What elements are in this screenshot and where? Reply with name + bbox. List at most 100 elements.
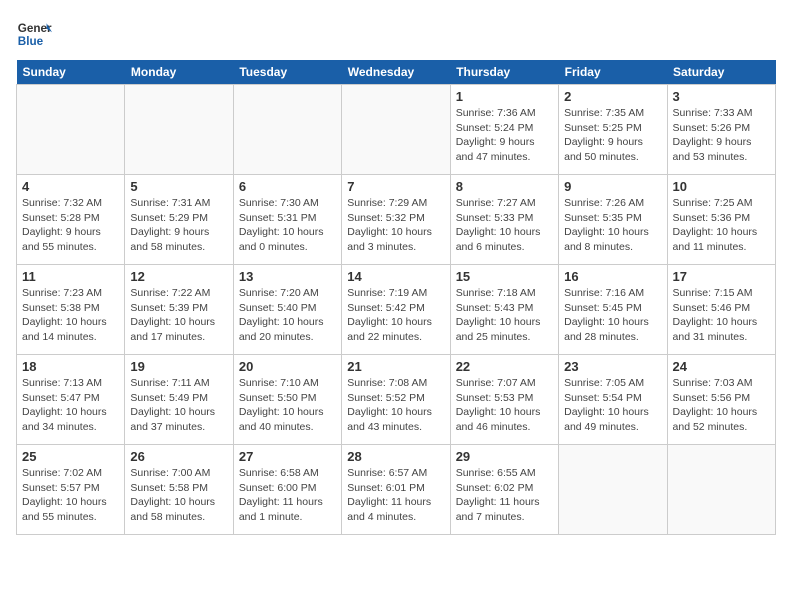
day-info: Sunrise: 7:36 AM Sunset: 5:24 PM Dayligh… xyxy=(456,106,553,165)
day-number: 21 xyxy=(347,359,444,374)
day-info: Sunrise: 6:55 AM Sunset: 6:02 PM Dayligh… xyxy=(456,466,553,525)
day-info: Sunrise: 7:30 AM Sunset: 5:31 PM Dayligh… xyxy=(239,196,336,255)
calendar-cell: 7 Sunrise: 7:29 AM Sunset: 5:32 PM Daylig… xyxy=(342,175,450,265)
calendar-cell: 26 Sunrise: 7:00 AM Sunset: 5:58 PM Dayli… xyxy=(125,445,233,535)
weekday-header-thursday: Thursday xyxy=(450,60,558,85)
calendar-cell xyxy=(125,85,233,175)
day-number: 23 xyxy=(564,359,661,374)
day-number: 20 xyxy=(239,359,336,374)
calendar-cell: 23 Sunrise: 7:05 AM Sunset: 5:54 PM Dayli… xyxy=(559,355,667,445)
day-number: 17 xyxy=(673,269,770,284)
calendar-cell: 13Sunrise: 7:20 AM Sunset: 5:40 PM Dayli… xyxy=(233,265,341,355)
day-number: 16 xyxy=(564,269,661,284)
calendar-cell: 1 Sunrise: 7:36 AM Sunset: 5:24 PM Daylig… xyxy=(450,85,558,175)
day-info: Sunrise: 7:19 AM Sunset: 5:42 PM Dayligh… xyxy=(347,286,444,345)
calendar-cell: 25Sunrise: 7:02 AM Sunset: 5:57 PM Dayli… xyxy=(17,445,125,535)
week-row-4: 18 Sunrise: 7:13 AM Sunset: 5:47 PM Dayli… xyxy=(17,355,776,445)
calendar-cell xyxy=(233,85,341,175)
week-row-2: 4 Sunrise: 7:32 AM Sunset: 5:28 PM Daylig… xyxy=(17,175,776,265)
day-info: Sunrise: 6:58 AM Sunset: 6:00 PM Dayligh… xyxy=(239,466,336,525)
calendar-cell xyxy=(667,445,775,535)
week-row-5: 25Sunrise: 7:02 AM Sunset: 5:57 PM Dayli… xyxy=(17,445,776,535)
day-info: Sunrise: 7:13 AM Sunset: 5:47 PM Dayligh… xyxy=(22,376,119,435)
day-number: 24 xyxy=(673,359,770,374)
day-number: 2 xyxy=(564,89,661,104)
calendar-cell: 11 Sunrise: 7:23 AM Sunset: 5:38 PM Dayli… xyxy=(17,265,125,355)
day-number: 3 xyxy=(673,89,770,104)
day-number: 6 xyxy=(239,179,336,194)
calendar-cell: 10 Sunrise: 7:25 AM Sunset: 5:36 PM Dayli… xyxy=(667,175,775,265)
day-info: Sunrise: 7:32 AM Sunset: 5:28 PM Dayligh… xyxy=(22,196,119,255)
day-info: Sunrise: 7:31 AM Sunset: 5:29 PM Dayligh… xyxy=(130,196,227,255)
day-number: 1 xyxy=(456,89,553,104)
day-info: Sunrise: 6:57 AM Sunset: 6:01 PM Dayligh… xyxy=(347,466,444,525)
day-number: 9 xyxy=(564,179,661,194)
day-info: Sunrise: 7:27 AM Sunset: 5:33 PM Dayligh… xyxy=(456,196,553,255)
calendar-cell: 16 Sunrise: 7:16 AM Sunset: 5:45 PM Dayli… xyxy=(559,265,667,355)
week-row-3: 11 Sunrise: 7:23 AM Sunset: 5:38 PM Dayli… xyxy=(17,265,776,355)
day-number: 29 xyxy=(456,449,553,464)
calendar: SundayMondayTuesdayWednesdayThursdayFrid… xyxy=(16,60,776,535)
header: General Blue xyxy=(16,16,776,52)
weekday-header-monday: Monday xyxy=(125,60,233,85)
calendar-cell xyxy=(559,445,667,535)
day-info: Sunrise: 7:22 AM Sunset: 5:39 PM Dayligh… xyxy=(130,286,227,345)
day-info: Sunrise: 7:15 AM Sunset: 5:46 PM Dayligh… xyxy=(673,286,770,345)
calendar-cell: 17 Sunrise: 7:15 AM Sunset: 5:46 PM Dayli… xyxy=(667,265,775,355)
day-info: Sunrise: 7:10 AM Sunset: 5:50 PM Dayligh… xyxy=(239,376,336,435)
calendar-cell xyxy=(342,85,450,175)
day-info: Sunrise: 7:18 AM Sunset: 5:43 PM Dayligh… xyxy=(456,286,553,345)
day-info: Sunrise: 7:23 AM Sunset: 5:38 PM Dayligh… xyxy=(22,286,119,345)
day-number: 10 xyxy=(673,179,770,194)
calendar-cell: 27Sunrise: 6:58 AM Sunset: 6:00 PM Dayli… xyxy=(233,445,341,535)
calendar-cell: 29 Sunrise: 6:55 AM Sunset: 6:02 PM Dayli… xyxy=(450,445,558,535)
weekday-header-friday: Friday xyxy=(559,60,667,85)
day-number: 18 xyxy=(22,359,119,374)
day-number: 5 xyxy=(130,179,227,194)
calendar-cell: 22 Sunrise: 7:07 AM Sunset: 5:53 PM Dayli… xyxy=(450,355,558,445)
calendar-cell: 18 Sunrise: 7:13 AM Sunset: 5:47 PM Dayli… xyxy=(17,355,125,445)
day-number: 13 xyxy=(239,269,336,284)
calendar-cell: 28 Sunrise: 6:57 AM Sunset: 6:01 PM Dayli… xyxy=(342,445,450,535)
day-number: 19 xyxy=(130,359,227,374)
day-info: Sunrise: 7:26 AM Sunset: 5:35 PM Dayligh… xyxy=(564,196,661,255)
day-info: Sunrise: 7:33 AM Sunset: 5:26 PM Dayligh… xyxy=(673,106,770,165)
calendar-cell xyxy=(17,85,125,175)
calendar-cell: 2 Sunrise: 7:35 AM Sunset: 5:25 PM Daylig… xyxy=(559,85,667,175)
day-info: Sunrise: 7:00 AM Sunset: 5:58 PM Dayligh… xyxy=(130,466,227,525)
day-info: Sunrise: 7:02 AM Sunset: 5:57 PM Dayligh… xyxy=(22,466,119,525)
calendar-cell: 3 Sunrise: 7:33 AM Sunset: 5:26 PM Daylig… xyxy=(667,85,775,175)
calendar-cell: 14 Sunrise: 7:19 AM Sunset: 5:42 PM Dayli… xyxy=(342,265,450,355)
day-info: Sunrise: 7:07 AM Sunset: 5:53 PM Dayligh… xyxy=(456,376,553,435)
day-info: Sunrise: 7:29 AM Sunset: 5:32 PM Dayligh… xyxy=(347,196,444,255)
calendar-cell: 8 Sunrise: 7:27 AM Sunset: 5:33 PM Daylig… xyxy=(450,175,558,265)
calendar-cell: 21 Sunrise: 7:08 AM Sunset: 5:52 PM Dayli… xyxy=(342,355,450,445)
logo-icon: General Blue xyxy=(16,16,52,52)
calendar-cell: 24Sunrise: 7:03 AM Sunset: 5:56 PM Dayli… xyxy=(667,355,775,445)
weekday-header-wednesday: Wednesday xyxy=(342,60,450,85)
day-number: 12 xyxy=(130,269,227,284)
day-info: Sunrise: 7:35 AM Sunset: 5:25 PM Dayligh… xyxy=(564,106,661,165)
day-number: 26 xyxy=(130,449,227,464)
day-info: Sunrise: 7:16 AM Sunset: 5:45 PM Dayligh… xyxy=(564,286,661,345)
calendar-cell: 9 Sunrise: 7:26 AM Sunset: 5:35 PM Daylig… xyxy=(559,175,667,265)
calendar-cell: 5 Sunrise: 7:31 AM Sunset: 5:29 PM Daylig… xyxy=(125,175,233,265)
day-info: Sunrise: 7:05 AM Sunset: 5:54 PM Dayligh… xyxy=(564,376,661,435)
day-info: Sunrise: 7:25 AM Sunset: 5:36 PM Dayligh… xyxy=(673,196,770,255)
calendar-cell: 4 Sunrise: 7:32 AM Sunset: 5:28 PM Daylig… xyxy=(17,175,125,265)
day-number: 4 xyxy=(22,179,119,194)
day-number: 8 xyxy=(456,179,553,194)
calendar-cell: 12 Sunrise: 7:22 AM Sunset: 5:39 PM Dayli… xyxy=(125,265,233,355)
weekday-header-tuesday: Tuesday xyxy=(233,60,341,85)
day-number: 28 xyxy=(347,449,444,464)
day-number: 11 xyxy=(22,269,119,284)
weekday-header-row: SundayMondayTuesdayWednesdayThursdayFrid… xyxy=(17,60,776,85)
weekday-header-saturday: Saturday xyxy=(667,60,775,85)
day-info: Sunrise: 7:08 AM Sunset: 5:52 PM Dayligh… xyxy=(347,376,444,435)
day-number: 14 xyxy=(347,269,444,284)
day-number: 7 xyxy=(347,179,444,194)
calendar-cell: 20 Sunrise: 7:10 AM Sunset: 5:50 PM Dayli… xyxy=(233,355,341,445)
calendar-cell: 15Sunrise: 7:18 AM Sunset: 5:43 PM Dayli… xyxy=(450,265,558,355)
day-number: 22 xyxy=(456,359,553,374)
week-row-1: 1 Sunrise: 7:36 AM Sunset: 5:24 PM Daylig… xyxy=(17,85,776,175)
